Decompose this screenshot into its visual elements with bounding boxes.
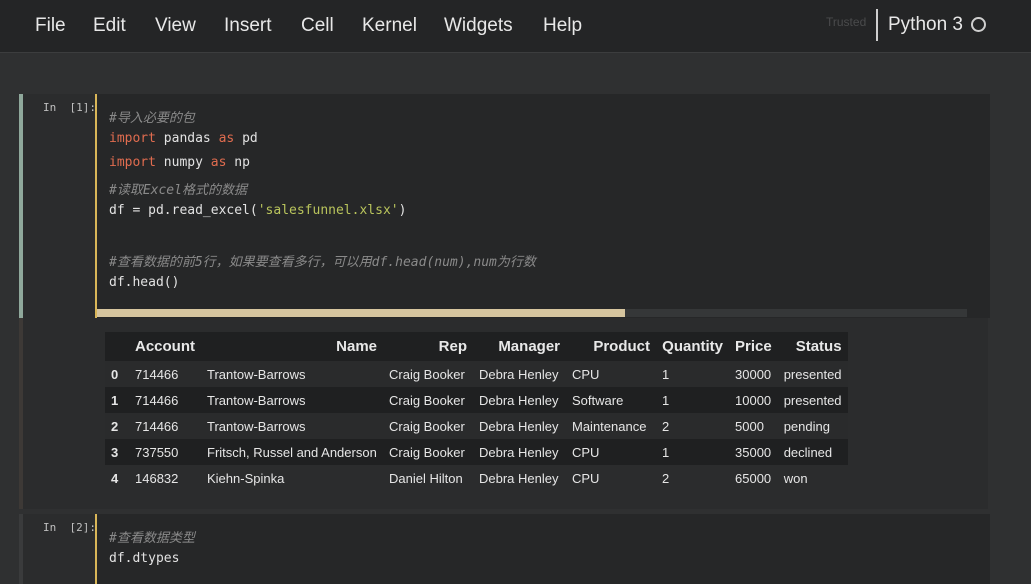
table-cell: 2: [662, 470, 670, 486]
table-cell: 5000: [735, 418, 764, 434]
index-header: [105, 332, 129, 361]
table-cell: 10000: [735, 392, 772, 408]
column-header: Status: [777, 332, 848, 361]
table-cell: CPU: [572, 366, 600, 382]
column-header: Price: [729, 332, 778, 361]
table-cell: 1: [662, 366, 670, 382]
table-cell: 35000: [735, 444, 772, 460]
row-index: 2: [111, 418, 119, 434]
row-index: 3: [111, 444, 119, 460]
code-cell-2[interactable]: In [2]: #查看数据类型 df.dtypes: [19, 514, 990, 584]
table-cell: Craig Booker: [389, 418, 465, 434]
table-cell: Debra Henley: [479, 470, 559, 486]
table-cell: won: [783, 470, 808, 486]
menu-file[interactable]: File: [35, 15, 66, 37]
table-row: 4 146832 Kiehn-Spinka Daniel Hilton Debr…: [105, 465, 848, 491]
table-row: 2 714466 Trantow-Barrows Craig Booker De…: [105, 413, 848, 439]
table-cell: Fritsch, Russel and Anderson: [207, 444, 377, 460]
code-editor[interactable]: #导入必要的包 import pandas as pd import numpy…: [95, 94, 990, 318]
table-cell: Debra Henley: [479, 392, 559, 408]
table-cell: 146832: [135, 470, 179, 486]
table-cell: 30000: [735, 366, 772, 382]
column-header: Name: [201, 332, 383, 361]
input-prompt: In [2]:: [43, 521, 96, 534]
dataframe-table: Account Name Rep Manager Product Quantit…: [105, 332, 848, 491]
table-cell: Trantow-Barrows: [207, 366, 306, 382]
table-cell: presented: [783, 366, 842, 382]
code-line: import numpy as np: [109, 155, 250, 170]
code-line: #查看数据的前5行，如果要查看多行，可以用df.head(num),num为行数: [109, 255, 536, 270]
table-cell: 65000: [735, 470, 772, 486]
cell-gutter: [19, 514, 23, 584]
code-line: df = pd.read_excel('salesfunnel.xlsx'): [109, 203, 407, 218]
table-cell: Trantow-Barrows: [207, 392, 306, 408]
table-cell: 714466: [135, 366, 179, 382]
code-line: #查看数据类型: [109, 531, 195, 546]
kernel-separator: [876, 9, 878, 41]
input-prompt: In [1]:: [43, 101, 96, 114]
row-index: 4: [111, 470, 119, 486]
menubar: File Edit View Insert Cell Kernel Widget…: [0, 0, 1031, 53]
menu-edit[interactable]: Edit: [93, 15, 126, 37]
table-cell: 1: [662, 444, 670, 460]
code-cell-1[interactable]: In [1]: #导入必要的包 import pandas as pd impo…: [19, 94, 990, 509]
table-cell: Trantow-Barrows: [207, 418, 306, 434]
table-cell: Daniel Hilton: [389, 470, 463, 486]
table-cell: 2: [662, 418, 670, 434]
cell-selection-bar: [19, 94, 23, 318]
table-cell: 1: [662, 392, 670, 408]
table-cell: 714466: [135, 392, 179, 408]
code-line: df.head(): [109, 275, 180, 290]
table-cell: Debra Henley: [479, 444, 559, 460]
table-cell: Maintenance: [572, 418, 647, 434]
trusted-indicator[interactable]: Trusted: [826, 15, 866, 29]
table-cell: 737550: [135, 444, 179, 460]
table-cell: pending: [783, 418, 830, 434]
table-cell: Craig Booker: [389, 444, 465, 460]
code-line: #导入必要的包: [109, 111, 195, 126]
kernel-idle-icon: [971, 17, 986, 32]
table-cell: Craig Booker: [389, 366, 465, 382]
row-index: 1: [111, 392, 119, 408]
menu-kernel[interactable]: Kernel: [362, 15, 417, 37]
column-header: Rep: [383, 332, 473, 361]
menu-cell[interactable]: Cell: [301, 15, 334, 37]
table-cell: Software: [572, 392, 624, 408]
code-line: #读取Excel格式的数据: [109, 183, 247, 198]
code-line: df.dtypes: [109, 551, 180, 566]
column-header: Quantity: [656, 332, 729, 361]
table-cell: Craig Booker: [389, 392, 465, 408]
column-header: Product: [566, 332, 656, 361]
menu-view[interactable]: View: [155, 15, 196, 37]
table-cell: Debra Henley: [479, 366, 559, 382]
menu-help[interactable]: Help: [543, 15, 582, 37]
column-header: Account: [129, 332, 201, 361]
code-editor[interactable]: #查看数据类型 df.dtypes: [95, 514, 990, 584]
code-line: import pandas as pd: [109, 131, 258, 146]
table-row: 0 714466 Trantow-Barrows Craig Booker De…: [105, 361, 848, 387]
table-cell: Debra Henley: [479, 418, 559, 434]
kernel-name[interactable]: Python 3: [888, 14, 963, 36]
column-header: Manager: [473, 332, 566, 361]
menu-insert[interactable]: Insert: [224, 15, 272, 37]
table-cell: Kiehn-Spinka: [207, 470, 285, 486]
menu-widgets[interactable]: Widgets: [444, 15, 513, 37]
table-row: 3 737550 Fritsch, Russel and Anderson Cr…: [105, 439, 848, 465]
row-index: 0: [111, 366, 119, 382]
table-cell: presented: [783, 392, 842, 408]
table-cell: 714466: [135, 418, 179, 434]
horizontal-scrollbar-thumb[interactable]: [97, 309, 625, 317]
table-row: 1 714466 Trantow-Barrows Craig Booker De…: [105, 387, 848, 413]
table-cell: CPU: [572, 444, 600, 460]
table-cell: declined: [783, 444, 833, 460]
table-cell: CPU: [572, 470, 600, 486]
table-header-row: Account Name Rep Manager Product Quantit…: [105, 332, 848, 361]
